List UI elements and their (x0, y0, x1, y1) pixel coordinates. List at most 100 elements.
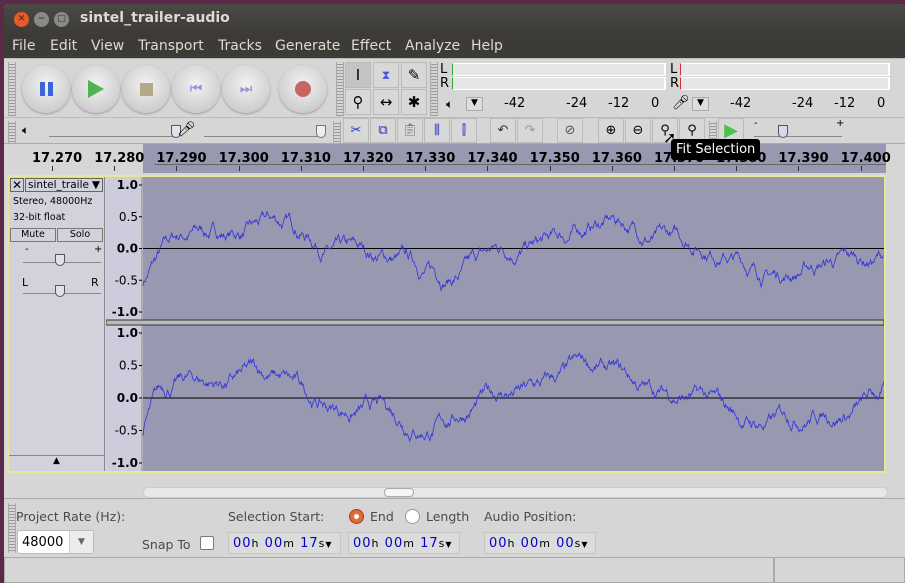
slider-thumb[interactable] (778, 125, 788, 138)
toolbar-grip[interactable] (8, 503, 16, 553)
close-window-button[interactable]: ✕ (14, 12, 29, 27)
menu-edit[interactable]: Edit (50, 38, 77, 54)
toolbar-grip[interactable] (333, 121, 341, 143)
menu-tracks[interactable]: Tracks (218, 38, 262, 54)
selection-end-field[interactable]: 00h 00m 17s▼ (348, 532, 460, 554)
scale-label: 1.0 (117, 326, 138, 340)
maximize-window-button[interactable]: □ (54, 12, 69, 27)
time-shift-tool[interactable]: ↔ (373, 89, 399, 115)
play-meter-menu-button[interactable]: ▼ (466, 97, 483, 111)
silence-button[interactable]: ⫿ (451, 118, 477, 143)
toolbar-grip[interactable] (8, 121, 16, 143)
scrollbar-thumb[interactable] (384, 488, 414, 497)
menu-generate[interactable]: Generate (275, 38, 340, 54)
meter-tick: -42 (730, 96, 752, 111)
play-meter-left-label: L (440, 62, 448, 77)
copy-button[interactable]: ⧉ (370, 118, 396, 143)
play-meter-left[interactable] (452, 63, 666, 76)
record-meter-menu-button[interactable]: ▼ (692, 97, 709, 111)
menu-file[interactable]: File (12, 38, 35, 54)
menu-transport[interactable]: Transport (138, 38, 204, 54)
zoom-in-button[interactable]: ⊕ (598, 118, 624, 143)
trim-icon: ⫼ (434, 123, 440, 138)
slider-thumb[interactable] (55, 285, 65, 297)
toolbar-grip[interactable] (430, 62, 438, 116)
seconds: 17 (300, 536, 319, 551)
menu-help[interactable]: Help (471, 38, 503, 54)
dropdown-arrow-icon[interactable]: ▼ (581, 540, 588, 549)
stop-button[interactable] (122, 65, 170, 113)
undo-button[interactable]: ↶ (490, 118, 516, 143)
track-format: Stereo, 48000Hz (13, 196, 93, 207)
cut-button[interactable]: ✂ (343, 118, 369, 143)
draw-tool[interactable]: ✎ (401, 62, 427, 88)
trim-button[interactable]: ⫼ (424, 118, 450, 143)
menu-effect[interactable]: Effect (351, 38, 391, 54)
close-track-button[interactable]: ✕ (10, 178, 24, 192)
end-radio[interactable] (349, 509, 364, 524)
envelope-icon: ⧗ (381, 67, 391, 82)
slider-thumb[interactable] (55, 254, 65, 266)
mute-button[interactable]: Mute (10, 228, 56, 242)
length-radio[interactable] (405, 509, 420, 524)
multi-tool[interactable]: ✱ (401, 89, 427, 115)
minutes: 00 (384, 536, 404, 551)
redo-icon: ↷ (524, 123, 536, 138)
snap-to-checkbox[interactable] (200, 536, 214, 550)
skip-to-end-button[interactable]: ⏭ (222, 65, 270, 113)
waveform-display[interactable]: 1.0 0.5 0.0 -0.5 -1.0 1.0 0.5 0.0 -0.5 -1.0 (106, 177, 884, 471)
output-volume-icon: 🔈︎ (22, 123, 30, 137)
selection-toolbar: Project Rate (Hz): 48000 ▼ Snap To Select… (4, 498, 905, 556)
minimize-window-button[interactable]: − (34, 12, 49, 27)
pan-slider[interactable] (23, 283, 101, 297)
playback-speed-slider[interactable] (754, 123, 842, 138)
snap-to-label: Snap To (142, 537, 191, 552)
record-button[interactable] (279, 65, 327, 113)
ruler-label: 17.330 (405, 151, 456, 166)
audio-position-field[interactable]: 00h 00m 00s▼ (484, 532, 596, 554)
selection-tool[interactable]: I (345, 62, 371, 88)
track-name: sintel_traile (28, 179, 89, 191)
output-volume-slider[interactable] (49, 123, 181, 138)
project-rate-combo[interactable]: 48000 ▼ (17, 530, 94, 554)
pause-button[interactable] (22, 65, 70, 113)
horizontal-scrollbar[interactable] (143, 487, 888, 498)
dropdown-arrow-icon[interactable]: ▼ (445, 540, 452, 549)
minutes: 00 (264, 536, 284, 551)
toolbar-grip[interactable] (8, 62, 16, 116)
toolbar-grip[interactable] (336, 62, 344, 116)
selection-start-field[interactable]: 00h 00m 17s▼ (228, 532, 341, 554)
play-button[interactable] (72, 65, 120, 113)
channel-separator[interactable] (106, 319, 884, 326)
hours: 00 (233, 536, 252, 551)
slider-thumb[interactable] (316, 125, 326, 138)
menu-view[interactable]: View (91, 38, 124, 54)
envelope-tool[interactable]: ⧗ (373, 62, 399, 88)
play-icon (88, 80, 104, 98)
zoom-out-button[interactable]: ⊖ (625, 118, 651, 143)
menu-analyze[interactable]: Analyze (405, 38, 460, 54)
solo-button[interactable]: Solo (57, 228, 103, 242)
input-volume-slider[interactable] (204, 123, 326, 138)
zoom-tool[interactable]: ⚲ (345, 89, 371, 115)
ruler-tick (611, 166, 613, 171)
gain-slider[interactable] (23, 252, 101, 266)
meter-tick: -42 (504, 96, 526, 111)
length-label: Length (426, 509, 470, 524)
track-name-menu[interactable]: sintel_traile ▼ (25, 178, 103, 192)
redo-button[interactable]: ↷ (517, 118, 543, 143)
timeline-ruler[interactable]: 17.270 17.280 17.290 17.300 17.310 17.320 17.3… (4, 143, 905, 173)
collapse-track-button[interactable]: ▲ (9, 455, 104, 470)
audacity-window: ✕ − □ sintel_trailer-audio File Edit Vie… (4, 4, 905, 583)
scale-label: 0.0 (117, 391, 138, 405)
sync-lock-button[interactable]: ⊘ (557, 118, 583, 143)
dropdown-arrow-icon[interactable]: ▼ (325, 540, 332, 549)
scale-label: 0.5 (119, 359, 138, 373)
record-meter-left[interactable] (680, 63, 890, 76)
skip-to-start-button[interactable]: ⏮ (172, 65, 220, 113)
record-meter-right[interactable] (680, 77, 890, 90)
record-meter-left-label: L (670, 62, 678, 77)
skip-end-icon: ⏭ (239, 81, 253, 97)
paste-button[interactable]: 📋︎ (397, 118, 423, 143)
play-meter-right[interactable] (452, 77, 666, 90)
